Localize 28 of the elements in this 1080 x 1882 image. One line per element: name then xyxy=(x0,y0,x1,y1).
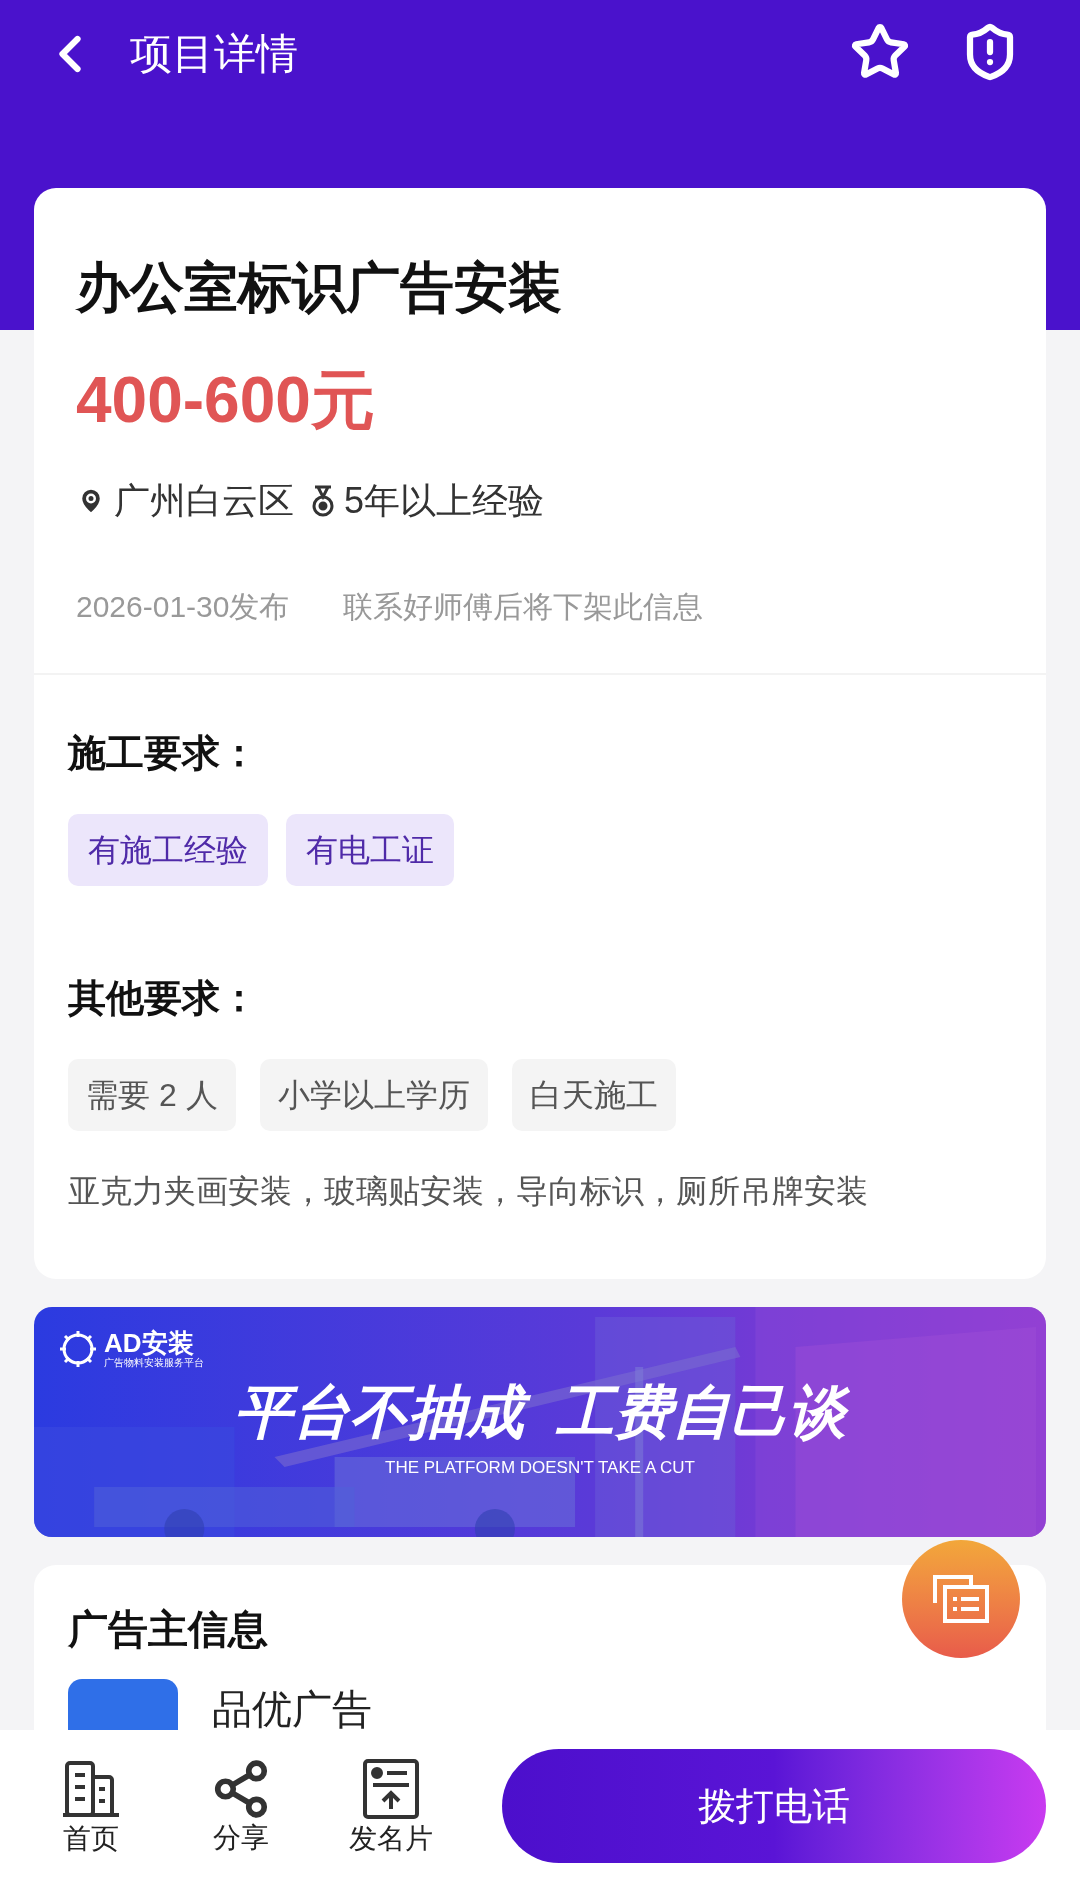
experience: 5年以上经验 xyxy=(344,478,545,523)
banner-logo-subtitle: 广告物料安装服务平台 xyxy=(104,1357,204,1368)
price: 400-600元 xyxy=(76,362,376,438)
banner-logo-text: AD安装 xyxy=(104,1329,195,1356)
publish-date: 2026-01-30发布 xyxy=(76,588,290,625)
gear-logo-icon xyxy=(58,1328,98,1369)
section-heading: 施工要求： xyxy=(68,730,259,776)
cards-icon xyxy=(931,1573,991,1625)
advertiser-name: 品优广告 xyxy=(212,1685,372,1733)
medal-icon xyxy=(310,483,336,518)
location: 广州白云区 xyxy=(114,478,294,523)
section-heading: 其他要求： xyxy=(68,975,259,1021)
requirement-tag: 有电工证 xyxy=(286,813,454,886)
bottom-nav-item[interactable]: 分享 xyxy=(184,1757,298,1855)
call-button[interactable]: 拨打电话 xyxy=(502,1749,1046,1863)
requirement-tag: 有施工经验 xyxy=(68,813,268,886)
page-title: 项目详情 xyxy=(130,29,298,79)
bottom-nav-item[interactable]: 首页 xyxy=(34,1756,148,1856)
requirement-tag: 需要 2 人 xyxy=(68,1058,236,1131)
notice: 联系好师傅后将下架此信息 xyxy=(343,588,704,625)
promo-banner[interactable]: AD安装 广告物料安装服务平台 平台不抽成 工费自己谈 THE PLATFORM DOESN'T TAKE A CUT xyxy=(34,1306,1046,1537)
banner-subline: THE PLATFORM DOESN'T TAKE A CUT xyxy=(385,1456,695,1479)
description: 亚克力夹画安装，玻璃贴安装，导向标识，厕所吊牌安装 xyxy=(68,1171,869,1211)
section-heading: 广告主信息 xyxy=(68,1605,268,1653)
requirement-tag: 小学以上学历 xyxy=(259,1058,488,1131)
requirement-tag: 白天施工 xyxy=(511,1058,676,1131)
project-title: 办公室标识广告安装 xyxy=(76,256,563,319)
bottom-nav-item[interactable]: 发名片 xyxy=(334,1756,448,1856)
